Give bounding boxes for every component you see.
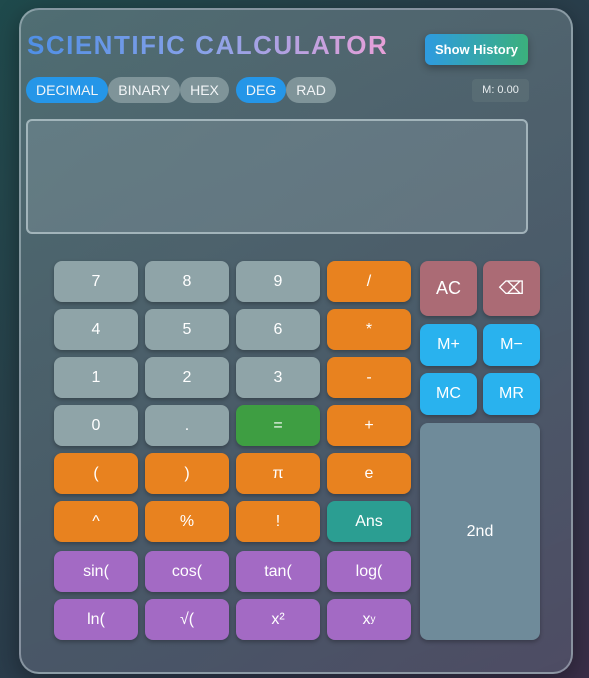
app-title: SCIENTIFIC CALCULATOR <box>27 30 389 60</box>
calculator-display <box>26 119 528 234</box>
key-6[interactable]: 6 <box>236 309 320 350</box>
second-function-button[interactable]: 2nd <box>420 423 540 640</box>
show-history-button[interactable]: Show History <box>425 34 528 65</box>
key-3[interactable]: 3 <box>236 357 320 398</box>
key-close-paren[interactable]: ) <box>145 453 229 494</box>
mode-selector: DECIMAL BINARY HEX DEG RAD <box>26 77 336 103</box>
backspace-icon[interactable]: ⌫ <box>483 261 540 316</box>
key-ln[interactable]: ln( <box>54 599 138 640</box>
key-8[interactable]: 8 <box>145 261 229 302</box>
key-x-power-y-base: x <box>362 610 371 628</box>
key-sin[interactable]: sin( <box>54 551 138 592</box>
key-decimal-point[interactable]: . <box>145 405 229 446</box>
key-multiply[interactable]: * <box>327 309 411 350</box>
key-e[interactable]: e <box>327 453 411 494</box>
mode-decimal[interactable]: DECIMAL <box>26 77 109 103</box>
key-cos[interactable]: cos( <box>145 551 229 592</box>
key-factorial[interactable]: ! <box>236 501 320 542</box>
mode-rad[interactable]: RAD <box>286 77 336 103</box>
key-9[interactable]: 9 <box>236 261 320 302</box>
memory-indicator: M: 0.00 <box>472 79 529 102</box>
key-sqrt[interactable]: √( <box>145 599 229 640</box>
mode-binary[interactable]: BINARY <box>108 77 181 103</box>
mode-hex[interactable]: HEX <box>180 77 229 103</box>
key-2[interactable]: 2 <box>145 357 229 398</box>
key-divide[interactable]: / <box>327 261 411 302</box>
mode-divider <box>229 77 236 103</box>
key-7[interactable]: 7 <box>54 261 138 302</box>
key-power[interactable]: ^ <box>54 501 138 542</box>
memory-recall-button[interactable]: MR <box>483 373 540 415</box>
memory-subtract-button[interactable]: M− <box>483 324 540 366</box>
key-5[interactable]: 5 <box>145 309 229 350</box>
key-pi[interactable]: π <box>236 453 320 494</box>
key-percent[interactable]: % <box>145 501 229 542</box>
key-0[interactable]: 0 <box>54 405 138 446</box>
key-4[interactable]: 4 <box>54 309 138 350</box>
memory-clear-button[interactable]: MC <box>420 373 477 415</box>
mode-deg[interactable]: DEG <box>235 77 287 103</box>
key-square[interactable]: x² <box>236 599 320 640</box>
all-clear-button[interactable]: AC <box>420 261 477 316</box>
key-x-power-y-exponent: y <box>370 614 376 625</box>
key-equals[interactable]: = <box>236 405 320 446</box>
key-tan[interactable]: tan( <box>236 551 320 592</box>
key-log[interactable]: log( <box>327 551 411 592</box>
memory-add-button[interactable]: M+ <box>420 324 477 366</box>
key-minus[interactable]: - <box>327 357 411 398</box>
key-x-power-y[interactable]: xy <box>327 599 411 640</box>
key-ans[interactable]: Ans <box>327 501 411 542</box>
key-1[interactable]: 1 <box>54 357 138 398</box>
key-open-paren[interactable]: ( <box>54 453 138 494</box>
key-plus[interactable]: + <box>327 405 411 446</box>
